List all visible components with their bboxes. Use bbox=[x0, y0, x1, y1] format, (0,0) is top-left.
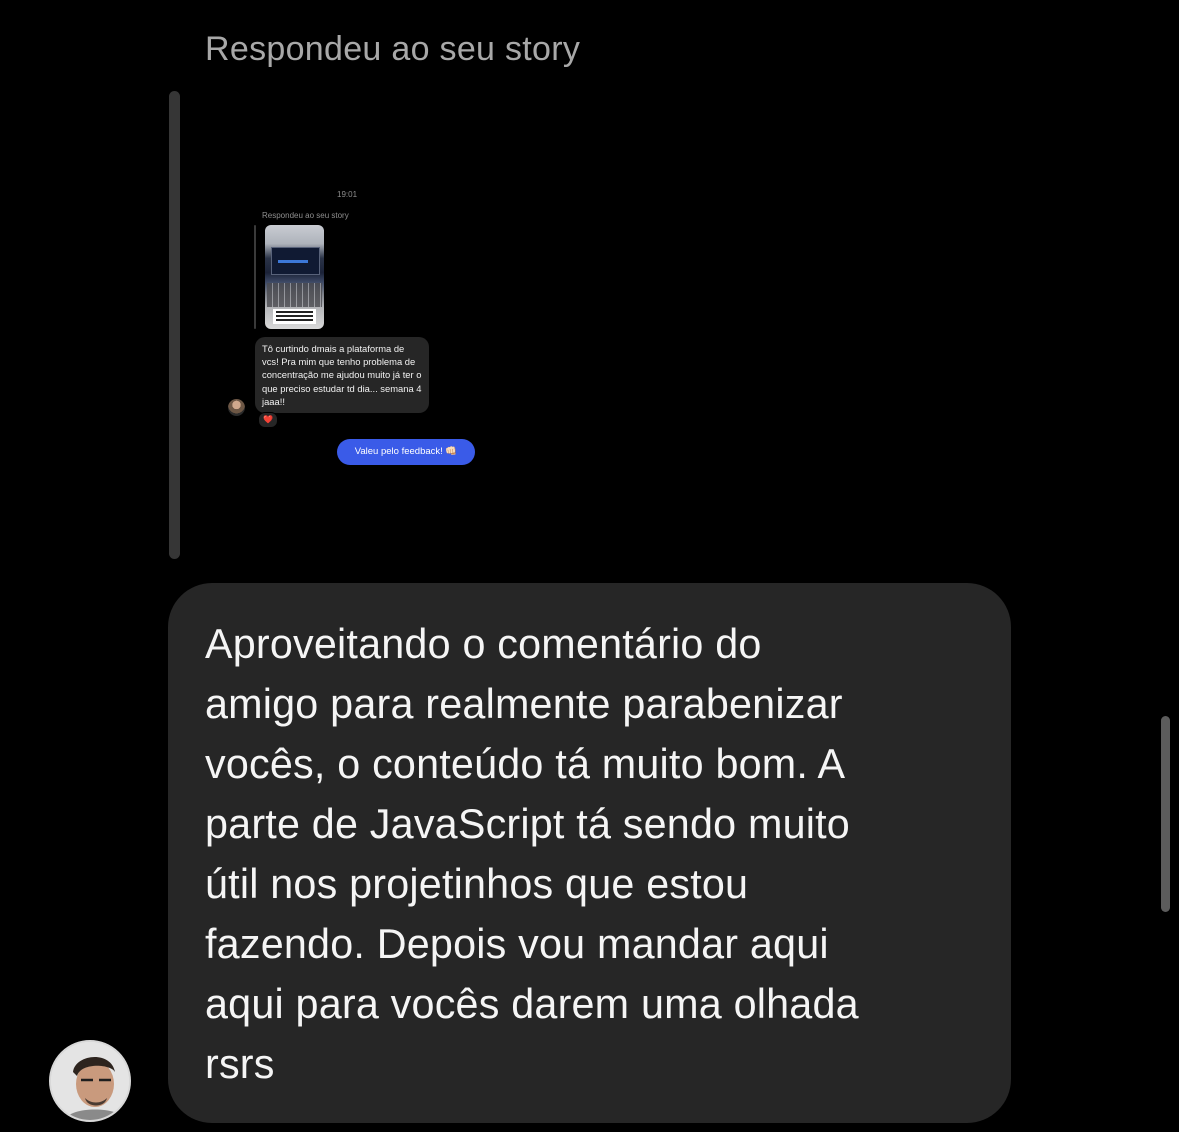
story-reply-label: Respondeu ao seu story bbox=[205, 30, 581, 68]
preview-story-thumbnail bbox=[265, 225, 324, 329]
scrollbar[interactable] bbox=[1161, 716, 1170, 912]
preview-reply-label: Respondeu ao seu story bbox=[262, 211, 349, 220]
message-line: aqui para vocês darem uma olhada bbox=[205, 981, 859, 1027]
person-icon bbox=[51, 1042, 129, 1120]
story-quote-bar bbox=[169, 91, 180, 559]
sender-avatar[interactable] bbox=[49, 1040, 131, 1122]
message-line: amigo para realmente parabenizar bbox=[205, 681, 843, 727]
message-bubble[interactable]: Aproveitando o comentário do amigo para … bbox=[168, 583, 1011, 1123]
heart-reaction-icon: ❤️ bbox=[258, 412, 278, 428]
keyboard-image bbox=[267, 283, 322, 307]
message-line: útil nos projetinhos que estou bbox=[205, 861, 749, 907]
preview-timestamp: 19:01 bbox=[337, 190, 358, 199]
preview-sent-message: Valeu pelo feedback! 👊🏻 bbox=[337, 439, 475, 465]
message-line: Aproveitando o comentário do bbox=[205, 621, 762, 667]
preview-avatar bbox=[228, 399, 245, 416]
preview-incoming-message: Tô curtindo dmais a plataforma de vcs! P… bbox=[255, 337, 429, 414]
message-line: parte de JavaScript tá sendo muito bbox=[205, 801, 850, 847]
message-line: vocês, o conteúdo tá muito bom. A bbox=[205, 741, 846, 787]
shared-story-preview[interactable]: 19:01 Respondeu ao seu story Tô curtindo… bbox=[215, 178, 495, 478]
story-caption-box bbox=[273, 309, 316, 324]
preview-quote-bar bbox=[254, 225, 256, 329]
laptop-screen-image bbox=[271, 247, 320, 275]
message-line: rsrs bbox=[205, 1041, 275, 1087]
message-line: fazendo. Depois vou mandar aqui bbox=[205, 921, 829, 967]
